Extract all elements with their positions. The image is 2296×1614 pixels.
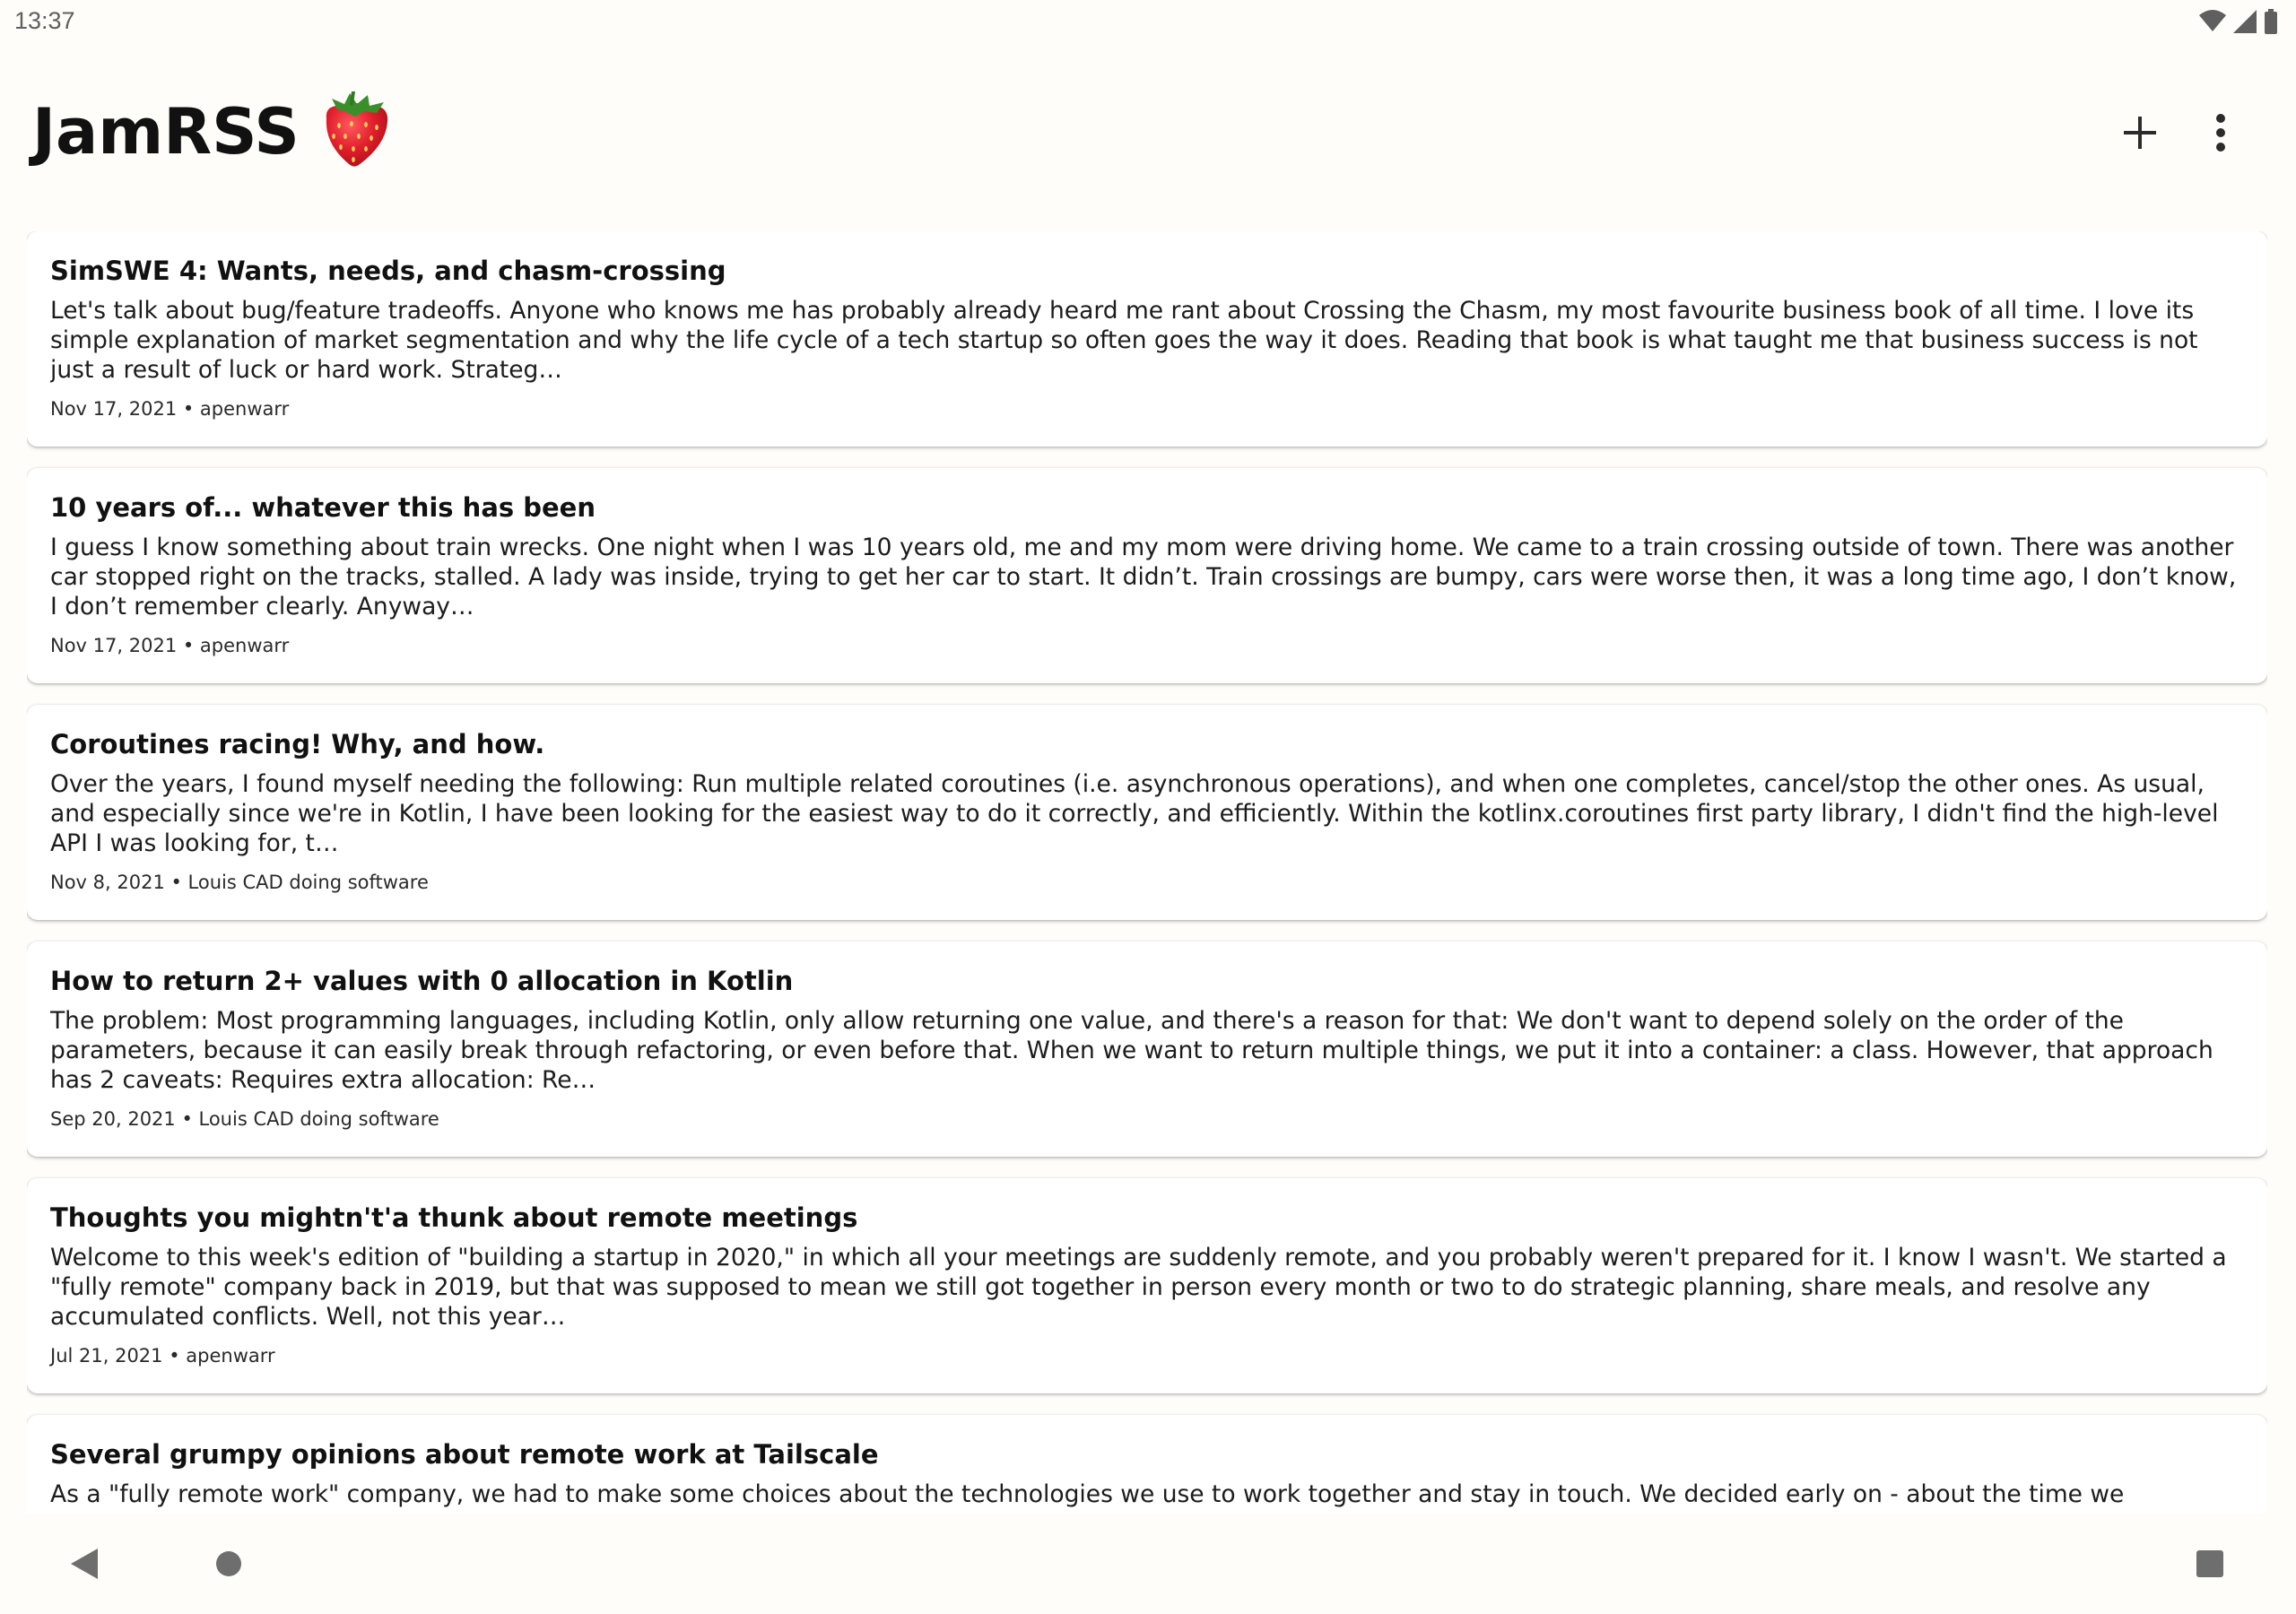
article-meta: Sep 20, 2021 • Louis CAD doing software: [50, 1108, 439, 1130]
article-card[interactable]: Thoughts you mightn't'a thunk about remo…: [27, 1178, 2267, 1393]
article-excerpt: As a "fully remote work" company, we had…: [50, 1480, 2125, 1508]
article-meta: Nov 17, 2021 • apenwarr: [50, 398, 290, 420]
home-icon: [215, 1550, 242, 1581]
back-icon: [71, 1549, 98, 1583]
status-bar: 13:37: [0, 0, 2296, 45]
article-excerpt: Welcome to this week's edition of "build…: [50, 1244, 2227, 1331]
status-time: 13:37: [14, 7, 75, 34]
more-options-button[interactable]: [2188, 102, 2253, 167]
article-card[interactable]: How to return 2+ values with 0 allocatio…: [27, 941, 2267, 1157]
app-title: JamRSS: [32, 90, 393, 172]
article-excerpt: I guess I know something about train wre…: [50, 534, 2237, 620]
status-icons: [2199, 9, 2278, 38]
wifi-icon: [2199, 10, 2226, 37]
article-card[interactable]: Several grumpy opinions about remote wor…: [27, 1415, 2267, 1514]
article-list[interactable]: SimSWE 4: Wants, needs, and chasm-crossi…: [27, 231, 2267, 1514]
cellular-signal-icon: [2233, 10, 2257, 37]
plus-icon: [2124, 117, 2156, 152]
battery-icon: [2264, 9, 2278, 38]
article-card[interactable]: SimSWE 4: Wants, needs, and chasm-crossi…: [27, 231, 2267, 447]
app-bar: JamRSS: [0, 72, 2296, 188]
article-meta: Nov 8, 2021 • Louis CAD doing software: [50, 872, 429, 893]
home-button[interactable]: [200, 1537, 257, 1594]
article-title: 10 years of... whatever this has been: [50, 492, 596, 523]
more-vertical-icon: [2215, 114, 2226, 155]
article-title: Several grumpy opinions about remote wor…: [50, 1439, 879, 1470]
article-card[interactable]: Coroutines racing! Why, and how. Over th…: [27, 705, 2267, 920]
article-excerpt: Let's talk about bug/feature tradeoffs. …: [50, 297, 2198, 384]
system-navigation-bar: [0, 1514, 2296, 1614]
add-feed-button[interactable]: [2108, 102, 2172, 167]
recents-icon: [2196, 1550, 2223, 1581]
article-excerpt: The problem: Most programming languages,…: [50, 1007, 2213, 1094]
article-title: Thoughts you mightn't'a thunk about remo…: [50, 1202, 858, 1233]
article-title: Coroutines racing! Why, and how.: [50, 729, 545, 759]
strawberry-icon: [319, 90, 393, 172]
article-card[interactable]: 10 years of... whatever this has been I …: [27, 468, 2267, 683]
app-title-text: JamRSS: [32, 95, 300, 169]
back-button[interactable]: [56, 1537, 113, 1594]
article-meta: Jul 21, 2021 • apenwarr: [50, 1345, 275, 1367]
recents-button[interactable]: [2181, 1537, 2239, 1594]
article-title: How to return 2+ values with 0 allocatio…: [50, 966, 794, 996]
article-title: SimSWE 4: Wants, needs, and chasm-crossi…: [50, 256, 726, 286]
article-excerpt: Over the years, I found myself needing t…: [50, 770, 2219, 857]
article-meta: Nov 17, 2021 • apenwarr: [50, 635, 290, 656]
